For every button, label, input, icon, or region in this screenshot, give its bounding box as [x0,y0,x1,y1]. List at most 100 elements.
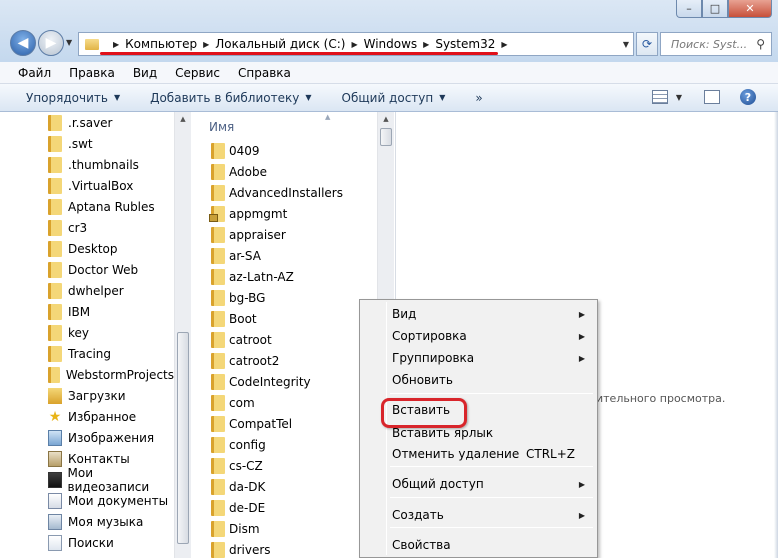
file-row[interactable]: AdvancedInstallers [191,182,377,203]
context-menu-separator [390,466,593,467]
folder-icon [211,163,225,180]
breadcrumb-system32[interactable]: System32 [435,37,495,51]
breadcrumb-separator-icon[interactable]: ▶ [351,40,357,49]
file-row[interactable]: da-DK [191,476,377,497]
file-name: bg-BG [229,290,266,305]
file-row[interactable]: cs-CZ [191,455,377,476]
context-menu-item[interactable]: Группировка ▶ [392,348,589,368]
breadcrumb-separator-icon[interactable]: ▶ [501,40,507,49]
tree-item[interactable]: Изображения [0,427,174,448]
locked-folder-icon [209,205,225,222]
more-commands-button[interactable]: » [475,91,482,105]
file-row[interactable]: bg-BG [191,287,377,308]
file-row[interactable]: ar-SA [191,245,377,266]
menu-file[interactable]: Файл [18,66,51,80]
scroll-up-icon[interactable]: ▲ [378,112,394,126]
context-menu-item-label: Общий доступ [392,477,484,491]
tree-item[interactable]: Aptana Rubles [0,196,174,217]
tree-item[interactable]: .swt [0,133,174,154]
breadcrumb-separator-icon[interactable]: ▶ [203,40,209,49]
close-button[interactable]: ✕ [728,0,772,18]
forward-button[interactable]: ▶ [38,30,64,56]
minimize-button[interactable]: – [676,0,702,18]
file-row[interactable]: appmgmt [191,203,377,224]
tree-item[interactable]: Загрузки [0,385,174,406]
context-menu-item[interactable]: Сортировка ▶ [392,326,589,346]
folder-icon [211,478,225,495]
change-view-icon[interactable] [651,90,668,104]
context-menu-item[interactable]: Отменить удаление CTRL+Z [392,444,589,464]
tree-item[interactable]: WebstormProjects [0,364,174,385]
context-menu-item[interactable]: Обновить [392,370,589,390]
context-menu-item-label: Группировка [392,351,475,365]
tree-item[interactable]: dwhelper [0,280,174,301]
search-input[interactable]: Поиск: Syst... ⚲ [660,32,772,56]
help-icon[interactable]: ? [740,89,756,105]
breadcrumb-separator-icon[interactable]: ▶ [423,40,429,49]
tree-item[interactable]: cr3 [0,217,174,238]
file-row[interactable]: com [191,392,377,413]
tree-item[interactable]: Моя музыка [0,511,174,532]
context-menu-item[interactable]: Свойства [392,535,589,555]
share-button[interactable]: Общий доступ ▼ [342,91,446,105]
breadcrumb-computer[interactable]: Компьютер [125,37,197,51]
menu-tools[interactable]: Сервис [175,66,220,80]
file-list-scrollbar-thumb[interactable] [380,128,392,146]
file-row[interactable]: drivers [191,539,377,558]
recent-pages-dropdown[interactable]: ▼ [66,38,72,47]
search-icon[interactable]: ⚲ [756,37,765,51]
menu-help[interactable]: Справка [238,66,291,80]
refresh-button[interactable]: ⟳ [636,32,658,56]
menu-view[interactable]: Вид [133,66,157,80]
file-row[interactable]: CompatTel [191,413,377,434]
file-row[interactable]: catroot [191,329,377,350]
file-row[interactable]: de-DE [191,497,377,518]
tree-item[interactable]: Doctor Web [0,259,174,280]
tree-item[interactable]: Поиски [0,532,174,553]
menu-edit[interactable]: Правка [69,66,115,80]
file-row[interactable]: appraiser [191,224,377,245]
organize-button[interactable]: Упорядочить ▼ [26,91,120,105]
breadcrumb-local-disk[interactable]: Локальный диск (C:) [215,37,345,51]
file-row[interactable]: Boot [191,308,377,329]
tree-scrollbar-thumb[interactable] [177,332,189,544]
file-row[interactable]: Dism [191,518,377,539]
breadcrumb-windows[interactable]: Windows [364,37,418,51]
shortcut-label: CTRL+Z [525,447,575,461]
column-header-name[interactable]: ▲ Имя [191,112,377,140]
file-row[interactable]: config [191,434,377,455]
tree-item[interactable]: .thumbnails [0,154,174,175]
view-dropdown-icon[interactable]: ▼ [676,93,682,102]
tree-item[interactable]: Tracing [0,343,174,364]
file-name: az-Latn-AZ [229,269,294,284]
file-row[interactable]: 0409 [191,140,377,161]
scroll-up-icon[interactable]: ▲ [175,112,191,126]
breadcrumb-separator-icon[interactable]: ▶ [113,40,119,49]
tree-item[interactable]: ★ Избранное [0,406,174,427]
address-dropdown-icon[interactable]: ▼ [623,40,629,49]
file-row[interactable]: CodeIntegrity [191,371,377,392]
file-row[interactable]: Adobe [191,161,377,182]
music-icon [48,513,62,530]
tree-item[interactable]: Мои видеозаписи [0,466,174,494]
tree-item[interactable]: key [0,322,174,343]
tree-item[interactable]: .r.saver [0,112,174,133]
tree-item[interactable]: IBM [0,301,174,322]
back-button[interactable]: ◀ [10,30,36,56]
folder-icon [211,184,225,201]
file-row[interactable]: catroot2 [191,350,377,371]
file-row[interactable]: az-Latn-AZ [191,266,377,287]
maximize-button[interactable]: □ [702,0,728,18]
folder-icon [211,310,225,327]
tree-item[interactable]: Desktop [0,238,174,259]
tree-item[interactable]: .VirtualBox [0,175,174,196]
folder-icon [211,289,225,306]
preview-pane-icon[interactable] [704,90,720,104]
add-to-library-button[interactable]: Добавить в библиотеку ▼ [150,91,311,105]
tree-scrollbar[interactable]: ▲ [174,112,191,558]
file-name: de-DE [229,500,266,515]
context-menu-item[interactable]: Создать ▶ [392,505,589,525]
context-menu-item[interactable]: Общий доступ ▶ [392,474,589,494]
tree-item[interactable]: Мои документы [0,490,174,511]
context-menu-item[interactable]: Вид ▶ [392,304,589,324]
